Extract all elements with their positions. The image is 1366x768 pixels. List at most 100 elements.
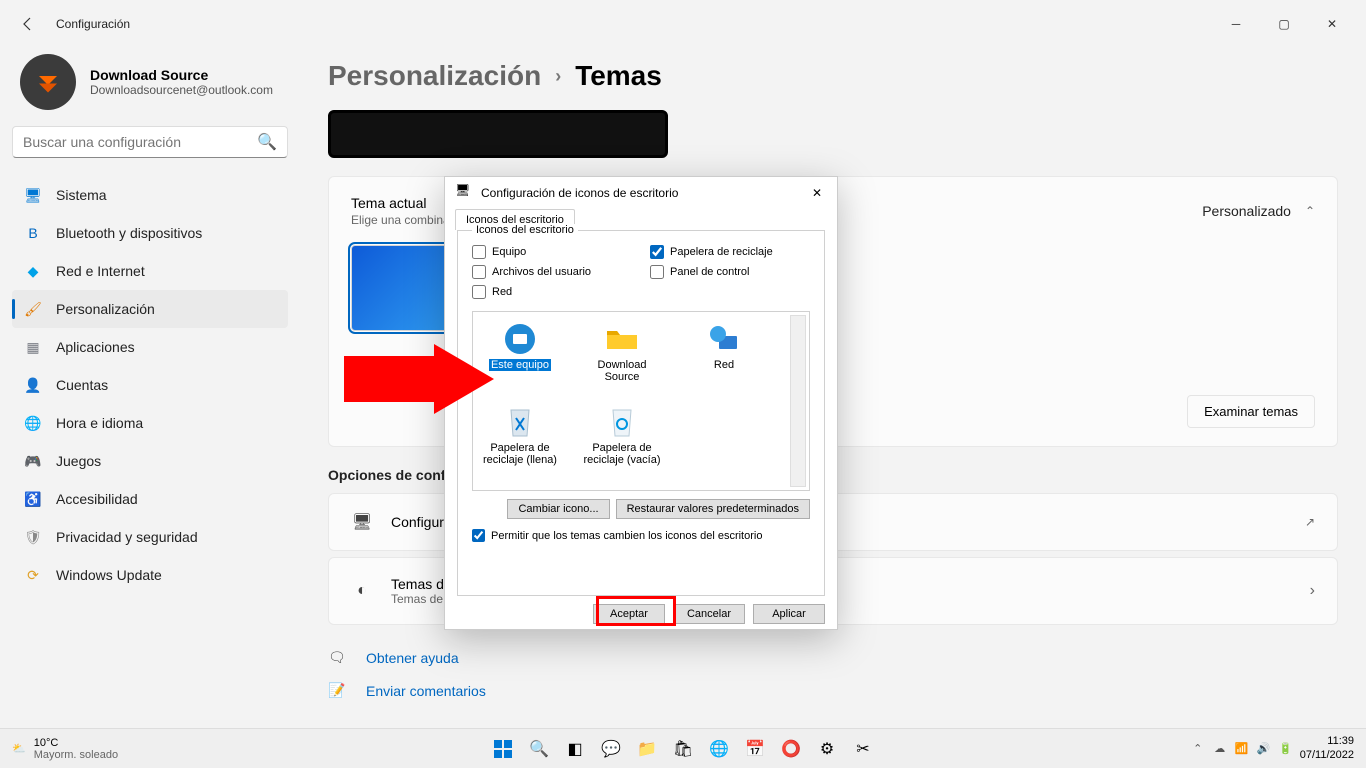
maximize-button[interactable]: ▢ [1270, 17, 1298, 31]
sidebar-item-cuentas[interactable]: 👤 Cuentas [12, 366, 288, 404]
volume-icon[interactable]: 🔊 [1256, 742, 1272, 755]
theme-thumb[interactable] [351, 245, 459, 331]
profile-name: Download Source [90, 67, 273, 83]
close-icon[interactable]: ✕ [807, 186, 827, 200]
nav-label: Privacidad y seguridad [56, 529, 198, 545]
desktop-icons-dialog: 🖥 Configuración de iconos de escritorio … [444, 176, 838, 630]
nav-label: Red e Internet [56, 263, 145, 279]
nav-label: Windows Update [56, 567, 162, 583]
nav-icon: B [24, 224, 42, 242]
checkbox-panel[interactable]: Panel de control [650, 265, 810, 279]
nav-icon: ▦ [24, 338, 42, 356]
sidebar-item-bluetooth-y-dispositivos[interactable]: B Bluetooth y dispositivos [12, 214, 288, 252]
back-button[interactable] [10, 6, 46, 42]
browse-themes-button[interactable]: Examinar temas [1187, 395, 1315, 428]
nav-label: Juegos [56, 453, 101, 469]
accept-button[interactable]: Aceptar [593, 604, 665, 624]
checkbox-papelera[interactable]: Papelera de reciclaje [650, 245, 810, 259]
checkbox-red[interactable]: Red [472, 285, 632, 299]
checkbox-archivos[interactable]: Archivos del usuario [472, 265, 632, 279]
sidebar-item-hora-e-idioma[interactable]: 🌐 Hora e idioma [12, 404, 288, 442]
help-link[interactable]: Obtener ayuda [366, 650, 459, 666]
group-label: Iconos del escritorio [472, 224, 578, 236]
network-icon [707, 322, 741, 356]
nav-icon: 🖥 [24, 186, 42, 204]
wifi-icon[interactable]: 📶 [1234, 742, 1250, 755]
icon-papelera-llena[interactable]: Papelera de reciclaje (llena) [481, 405, 559, 482]
snip-icon[interactable]: ✂ [849, 735, 877, 763]
close-button[interactable]: ✕ [1318, 17, 1346, 31]
breadcrumb: Personalización › Temas [328, 48, 1338, 110]
sidebar-item-sistema[interactable]: 🖥 Sistema [12, 176, 288, 214]
nav-icon: ⟳ [24, 566, 42, 584]
icon-papelera-vacia[interactable]: Papelera de reciclaje (vacía) [583, 405, 661, 482]
sidebar-item-aplicaciones[interactable]: ▦ Aplicaciones [12, 328, 288, 366]
theme-status: Personalizado [1202, 203, 1291, 219]
nav-label: Hora e idioma [56, 415, 143, 431]
app-title: Configuración [56, 17, 130, 31]
desktop-preview [328, 110, 668, 158]
sidebar-item-juegos[interactable]: 🎮 Juegos [12, 442, 288, 480]
nav-icon: ◆ [24, 262, 42, 280]
icon-download-source[interactable]: Download Source [583, 322, 661, 399]
search-input[interactable] [23, 134, 257, 150]
restore-defaults-button[interactable]: Restaurar valores predeterminados [616, 499, 810, 519]
nav-label: Aplicaciones [56, 339, 135, 355]
nav-label: Sistema [56, 187, 107, 203]
onedrive-icon[interactable]: ☁ [1212, 742, 1228, 755]
checkbox-equipo[interactable]: Equipo [472, 245, 632, 259]
nav-icon: 🌐 [24, 414, 42, 432]
help-icon: 🗨 [328, 649, 348, 666]
search-box[interactable]: 🔍 [12, 126, 288, 158]
apply-button[interactable]: Aplicar [753, 604, 825, 624]
nav-icon: 👤 [24, 376, 42, 394]
chevron-right-icon: › [1310, 582, 1315, 600]
minimize-button[interactable]: ─ [1222, 17, 1250, 31]
permit-themes-checkbox[interactable]: Permitir que los temas cambien los icono… [472, 529, 810, 542]
feedback-link[interactable]: Enviar comentarios [366, 683, 486, 699]
battery-icon[interactable]: 🔋 [1278, 742, 1294, 755]
weather-widget[interactable]: ⛅ 10°C Mayorm. soleado [12, 737, 118, 761]
external-link-icon: ↗ [1305, 515, 1315, 529]
change-icon-button[interactable]: Cambiar icono... [507, 499, 609, 519]
sidebar-item-personalización[interactable]: 🖌 Personalización [12, 290, 288, 328]
chevron-right-icon: › [555, 66, 561, 87]
folder-icon [605, 322, 639, 356]
cancel-button[interactable]: Cancelar [673, 604, 745, 624]
profile-block[interactable]: Download Source Downloadsourcenet@outloo… [12, 48, 288, 126]
sidebar-item-privacidad-y-seguridad[interactable]: 🛡 Privacidad y seguridad [12, 518, 288, 556]
breadcrumb-root[interactable]: Personalización [328, 60, 541, 92]
edge-icon[interactable]: 🌐 [705, 735, 733, 763]
sidebar-item-windows-update[interactable]: ⟳ Windows Update [12, 556, 288, 594]
nav-icon: 🎮 [24, 452, 42, 470]
chrome-icon[interactable]: ⭕ [777, 735, 805, 763]
chevron-up-icon[interactable]: ⌃ [1305, 204, 1315, 218]
nav-label: Accesibilidad [56, 491, 138, 507]
nav-label: Bluetooth y dispositivos [56, 225, 202, 241]
chat-icon[interactable]: 💬 [597, 735, 625, 763]
avatar [20, 54, 76, 110]
task-view-icon[interactable]: ◧ [561, 735, 589, 763]
clock[interactable]: 11:39 07/11/2022 [1300, 735, 1354, 761]
sun-icon: ⛅ [12, 742, 26, 755]
nav-label: Personalización [56, 301, 155, 317]
nav-icon: 🛡 [24, 528, 42, 546]
computer-icon [503, 322, 537, 356]
sidebar-item-accesibilidad[interactable]: ♿Accesibilidad [12, 480, 288, 518]
icon-este-equipo[interactable]: Este equipo [481, 322, 559, 399]
settings-taskbar-icon[interactable]: ⚙ [813, 735, 841, 763]
chevron-up-tray-icon[interactable]: ⌃ [1190, 742, 1206, 755]
taskbar: ⛅ 10°C Mayorm. soleado 🔍 ◧ 💬 📁 🛍 🌐 📅 ⭕ ⚙… [0, 728, 1366, 768]
search-taskbar-icon[interactable]: 🔍 [525, 735, 553, 763]
nav-label: Cuentas [56, 377, 108, 393]
start-button[interactable] [489, 735, 517, 763]
calendar-icon[interactable]: 📅 [741, 735, 769, 763]
explorer-icon[interactable]: 📁 [633, 735, 661, 763]
monitor-icon: 🖥 [351, 512, 373, 532]
nav-icon: 🖌 [24, 300, 42, 318]
icon-red[interactable]: Red [685, 322, 763, 399]
search-icon: 🔍 [257, 132, 277, 152]
dialog-title: Configuración de iconos de escritorio [481, 186, 678, 200]
sidebar-item-red-e-internet[interactable]: ◆ Red e Internet [12, 252, 288, 290]
store-icon[interactable]: 🛍 [669, 735, 697, 763]
